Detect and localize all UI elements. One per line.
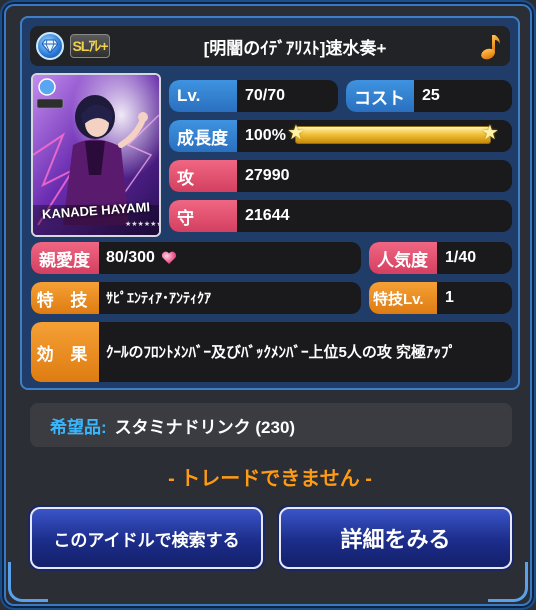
- defense-stat: 守 21644: [169, 200, 512, 232]
- skill-level-stat: 特技Lv. 1: [369, 282, 512, 314]
- growth-gauge: [295, 126, 491, 144]
- popularity-value: 1/40: [445, 249, 477, 266]
- skill-level-value: 1: [445, 289, 454, 306]
- affection-stat: 親愛度 80/300: [31, 242, 361, 274]
- growth-gauge-fill: [296, 127, 490, 143]
- affection-value-wrap: 80/300: [106, 242, 177, 274]
- card-info-panel: SLｱﾚ+ [明闇のｲﾃﾞｱﾘｽﾄ]速水奏+ ★★★★★★ KANADE HAY…: [20, 16, 520, 390]
- skill-level-label: 特技Lv.: [369, 282, 437, 314]
- attack-label: 攻: [169, 160, 237, 192]
- skill-stat: 特 技 ｻﾋﾟｴﾝﾃｨｱ･ｱﾝﾃｨｸｱ: [31, 282, 361, 314]
- idol-thumbnail[interactable]: ★★★★★★ KANADE HAYAMI: [31, 73, 161, 237]
- affection-value: 80/300: [106, 249, 155, 266]
- growth-stat: 成長度 100% ★ ★: [169, 120, 512, 152]
- trade-status-message: - トレードできません -: [168, 467, 372, 490]
- cost-value: 25: [422, 87, 440, 104]
- effect-value: ｸｰﾙのﾌﾛﾝﾄﾒﾝﾊﾞｰ及びﾊﾞｯｸﾒﾝﾊﾞｰ上位5人の攻 究極ｱｯﾌﾟ: [106, 343, 457, 361]
- diamond-icon: [42, 39, 58, 53]
- affection-label: 親愛度: [31, 242, 99, 274]
- popularity-stat: 人気度 1/40: [369, 242, 512, 274]
- gauge-star-icon: ★: [481, 120, 499, 144]
- effect-stat: 効 果 ｸｰﾙのﾌﾛﾝﾄﾒﾝﾊﾞｰ及びﾊﾞｯｸﾒﾝﾊﾞｰ上位5人の攻 究極ｱｯﾌ…: [31, 322, 512, 382]
- attack-value: 27990: [245, 167, 290, 184]
- skill-label: 特 技: [31, 282, 99, 314]
- search-by-idol-button[interactable]: このアイドルで検索する: [30, 507, 263, 569]
- attack-stat: 攻 27990: [169, 160, 512, 192]
- svg-text:★★★★★★: ★★★★★★: [125, 220, 159, 228]
- level-value: 70/70: [245, 87, 286, 104]
- effect-label: 効 果: [31, 322, 99, 382]
- growth-value: 100%: [245, 127, 286, 144]
- wish-label: 希望品:: [50, 417, 107, 437]
- level-stat: Lv. 70/70: [169, 80, 338, 112]
- level-label: Lv.: [169, 80, 237, 112]
- growth-label: 成長度: [169, 120, 237, 152]
- cool-diamond-icon: [36, 32, 64, 60]
- wish-item-bar: 希望品: スタミナドリンク (230): [30, 403, 512, 447]
- card-detail-frame: SLｱﾚ+ [明闇のｲﾃﾞｱﾘｽﾄ]速水奏+ ★★★★★★ KANADE HAY…: [0, 0, 536, 610]
- card-title-bar: SLｱﾚ+ [明闇のｲﾃﾞｱﾘｽﾄ]速水奏+: [30, 26, 510, 66]
- wish-value: スタミナドリンク (230): [114, 417, 296, 437]
- cost-stat: コスト 25: [346, 80, 512, 112]
- cost-label: コスト: [346, 80, 414, 112]
- skill-value: ｻﾋﾟｴﾝﾃｨｱ･ｱﾝﾃｨｸｱ: [106, 290, 211, 306]
- gauge-star-icon: ★: [287, 120, 305, 144]
- heart-icon: [161, 251, 177, 264]
- defense-value: 21644: [245, 207, 290, 224]
- rarity-badge: SLｱﾚ+: [70, 34, 110, 58]
- popularity-label: 人気度: [369, 242, 437, 274]
- card-title: [明闇のｲﾃﾞｱﾘｽﾄ]速水奏+: [203, 38, 387, 58]
- defense-label: 守: [169, 200, 237, 232]
- view-details-button[interactable]: 詳細をみる: [279, 507, 512, 569]
- music-note-icon[interactable]: [476, 32, 502, 60]
